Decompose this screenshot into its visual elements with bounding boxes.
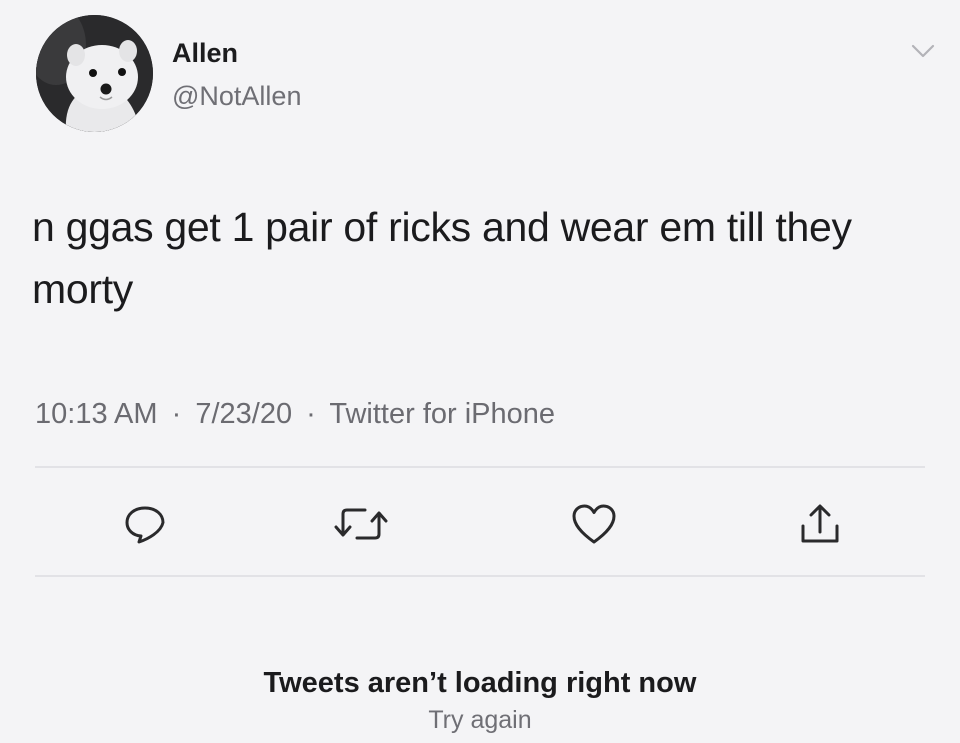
tweet-source[interactable]: Twitter for iPhone <box>329 398 555 430</box>
divider <box>35 575 925 577</box>
speech-bubble-icon <box>125 506 165 544</box>
author-handle[interactable]: @NotAllen <box>172 81 301 112</box>
heart-icon <box>572 504 616 544</box>
share-upload-icon <box>801 504 839 543</box>
tweet-meta: 10:13 AM · 7/23/20 · Twitter for iPhone <box>35 398 555 431</box>
error-message: Tweets aren’t loading right now <box>263 667 697 699</box>
retweet-button[interactable] <box>331 498 391 550</box>
chevron-down-icon[interactable] <box>910 42 936 62</box>
share-button[interactable] <box>794 498 846 550</box>
ermine-avatar-icon <box>36 15 153 132</box>
divider <box>35 466 925 468</box>
retweet-arrows-icon <box>334 508 388 540</box>
reply-button[interactable] <box>119 498 171 550</box>
meta-separator: · <box>171 398 182 430</box>
like-button[interactable] <box>568 498 620 550</box>
author-name[interactable]: Allen <box>172 38 238 69</box>
try-again-link[interactable]: Try again <box>0 706 960 735</box>
tweet-text: n ggas get 1 pair of ricks and wear em t… <box>32 204 852 312</box>
author-avatar[interactable] <box>36 15 153 132</box>
tweet-date: 7/23/20 <box>195 398 293 430</box>
tweet-time: 10:13 AM <box>35 398 158 430</box>
tweet-card: Allen @NotAllen n ggas get 1 pair of ric… <box>0 0 960 743</box>
meta-separator: · <box>306 398 316 430</box>
